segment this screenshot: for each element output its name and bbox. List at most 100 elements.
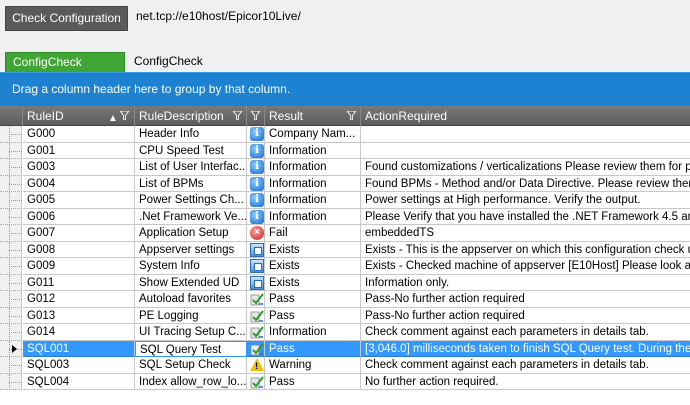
- cell-ruledescription[interactable]: List of User Interfac...: [135, 159, 247, 176]
- cell-actionrequired[interactable]: Please Verify that you have installed th…: [361, 208, 690, 225]
- row-selector[interactable]: [0, 126, 22, 143]
- table-row[interactable]: G014 UI Tracing Setup C... Information Chec…: [0, 324, 690, 341]
- cell-actionrequired[interactable]: [361, 126, 690, 143]
- cell-ruledescription[interactable]: System Info: [135, 258, 247, 275]
- row-selector[interactable]: [0, 258, 22, 275]
- cell-result[interactable]: Warning: [265, 357, 361, 374]
- table-row[interactable]: G009 System Info Exists Exists - Checked ma…: [0, 258, 690, 275]
- cell-result[interactable]: Information: [265, 159, 361, 176]
- row-selector[interactable]: [0, 159, 22, 176]
- cell-result[interactable]: Pass: [265, 373, 361, 390]
- cell-result[interactable]: Pass: [265, 340, 361, 357]
- cell-ruledescription[interactable]: .Net Framework Ve...: [135, 208, 247, 225]
- cell-ruledescription[interactable]: Appserver settings: [135, 241, 247, 258]
- cell-result[interactable]: Pass: [265, 307, 361, 324]
- cell-ruleid[interactable]: SQL004: [23, 373, 135, 390]
- cell-actionrequired[interactable]: [3,046.0] milliseconds taken to finish S…: [361, 340, 690, 357]
- table-row[interactable]: G003 List of User Interfac... i Information…: [0, 159, 690, 176]
- cell-ruleid[interactable]: G014: [23, 324, 135, 341]
- group-by-area[interactable]: Drag a column header here to group by th…: [0, 72, 690, 106]
- row-selector[interactable]: [0, 175, 22, 192]
- row-selector[interactable]: [0, 192, 22, 209]
- table-row[interactable]: G012 Autoload favorites Pass Pass-No furthe…: [0, 291, 690, 308]
- cell-ruleid[interactable]: G011: [23, 274, 135, 291]
- cell-ruleid[interactable]: G001: [23, 142, 135, 159]
- check-configuration-button[interactable]: Check Configuration: [5, 6, 128, 31]
- table-row[interactable]: G013 PE Logging Pass Pass-No further action…: [0, 307, 690, 324]
- row-selector[interactable]: [0, 340, 22, 357]
- cell-ruledescription[interactable]: List of BPMs: [135, 175, 247, 192]
- cell-ruledescription[interactable]: Power Settings Ch...: [135, 192, 247, 209]
- cell-actionrequired[interactable]: Power settings at High performance. Veri…: [361, 192, 690, 209]
- filter-icon[interactable]: [251, 111, 260, 120]
- cell-ruleid[interactable]: G000: [23, 126, 135, 143]
- cell-ruledescription[interactable]: Autoload favorites: [135, 291, 247, 308]
- cell-result[interactable]: Exists: [265, 241, 361, 258]
- cell-ruledescription[interactable]: SQL Setup Check: [135, 357, 247, 374]
- table-row[interactable]: G004 List of BPMs i Information Found BPMs -…: [0, 175, 690, 192]
- cell-ruleid[interactable]: G009: [23, 258, 135, 275]
- column-header-actionrequired[interactable]: ActionRequired: [361, 106, 690, 126]
- table-row[interactable]: G001 CPU Speed Test i Information: [0, 142, 690, 159]
- cell-result[interactable]: Information: [265, 192, 361, 209]
- table-row[interactable]: G005 Power Settings Ch... i Information Powe…: [0, 192, 690, 209]
- cell-actionrequired[interactable]: [361, 142, 690, 159]
- cell-ruleid[interactable]: SQL003: [23, 357, 135, 374]
- cell-result[interactable]: Pass: [265, 291, 361, 308]
- table-row[interactable]: G007 Application Setup × Fail embeddedTS: [0, 225, 690, 242]
- cell-result[interactable]: Information: [265, 324, 361, 341]
- cell-ruledescription[interactable]: PE Logging: [135, 307, 247, 324]
- table-row[interactable]: SQL003 SQL Setup Check! Warning Check comme…: [0, 357, 690, 374]
- column-header-ruledescription[interactable]: RuleDescription: [135, 106, 247, 126]
- cell-ruledescription[interactable]: CPU Speed Test: [135, 142, 247, 159]
- cell-actionrequired[interactable]: Found customizations / verticalizations …: [361, 159, 690, 176]
- cell-ruledescription[interactable]: UI Tracing Setup C...: [135, 324, 247, 341]
- row-selector[interactable]: [0, 324, 22, 341]
- table-row[interactable]: G011 Show Extended UD Exists Information on…: [0, 274, 690, 291]
- cell-result[interactable]: Information: [265, 175, 361, 192]
- row-selector[interactable]: [0, 225, 22, 242]
- cell-actionrequired[interactable]: Exists - Checked machine of appserver [E…: [361, 258, 690, 275]
- row-selector[interactable]: [0, 241, 22, 258]
- sort-asc-icon[interactable]: ▲: [108, 109, 118, 126]
- cell-ruleid[interactable]: SQL001: [23, 340, 135, 357]
- table-row[interactable]: SQL001 SQL Query Test Pass [3,046.0] millis…: [0, 340, 690, 357]
- cell-ruleid[interactable]: G012: [23, 291, 135, 308]
- row-selector[interactable]: [0, 142, 22, 159]
- table-row[interactable]: G000 Header Info i Company Nam...: [0, 126, 690, 143]
- row-selector[interactable]: [0, 208, 22, 225]
- cell-ruledescription[interactable]: Index allow_row_lo...: [135, 373, 247, 390]
- cell-ruleid[interactable]: G007: [23, 225, 135, 242]
- cell-actionrequired[interactable]: Check comment against each parameters in…: [361, 357, 690, 374]
- cell-actionrequired[interactable]: Pass-No further action required: [361, 291, 690, 308]
- row-selector[interactable]: [0, 274, 22, 291]
- table-row[interactable]: G008 Appserver settings Exists Exists - Thi…: [0, 241, 690, 258]
- tab-configcheck-details[interactable]: ConfigCheck Details: [127, 52, 237, 87]
- filter-icon[interactable]: [120, 111, 129, 120]
- cell-actionrequired[interactable]: No further action required.: [361, 373, 690, 390]
- column-header-result[interactable]: Result: [265, 106, 361, 126]
- cell-result[interactable]: Exists: [265, 274, 361, 291]
- filter-icon[interactable]: [233, 111, 242, 120]
- cell-ruledescription[interactable]: Show Extended UD: [135, 274, 247, 291]
- table-row[interactable]: G006 .Net Framework Ve... i Information Plea…: [0, 208, 690, 225]
- cell-ruleid[interactable]: G013: [23, 307, 135, 324]
- cell-result[interactable]: Exists: [265, 258, 361, 275]
- cell-result[interactable]: Information: [265, 142, 361, 159]
- cell-result[interactable]: Information: [265, 208, 361, 225]
- cell-ruleid[interactable]: G006: [23, 208, 135, 225]
- cell-ruleid[interactable]: G004: [23, 175, 135, 192]
- cell-actionrequired[interactable]: Pass-No further action required: [361, 307, 690, 324]
- filter-icon[interactable]: [347, 111, 356, 120]
- cell-ruleid[interactable]: G003: [23, 159, 135, 176]
- cell-ruledescription[interactable]: Application Setup: [135, 225, 247, 242]
- cell-actionrequired[interactable]: Check comment against each parameters in…: [361, 324, 690, 341]
- cell-actionrequired[interactable]: Found BPMs - Method and/or Data Directiv…: [361, 175, 690, 192]
- cell-result[interactable]: Fail: [265, 225, 361, 242]
- cell-actionrequired[interactable]: embeddedTS: [361, 225, 690, 242]
- cell-actionrequired[interactable]: Exists - This is the appserver on which …: [361, 241, 690, 258]
- row-selector[interactable]: [0, 373, 22, 390]
- cell-ruledescription[interactable]: Header Info: [135, 126, 247, 143]
- tab-configcheck-summary[interactable]: ConfigCheck Summary: [5, 52, 125, 88]
- row-selector[interactable]: [0, 307, 22, 324]
